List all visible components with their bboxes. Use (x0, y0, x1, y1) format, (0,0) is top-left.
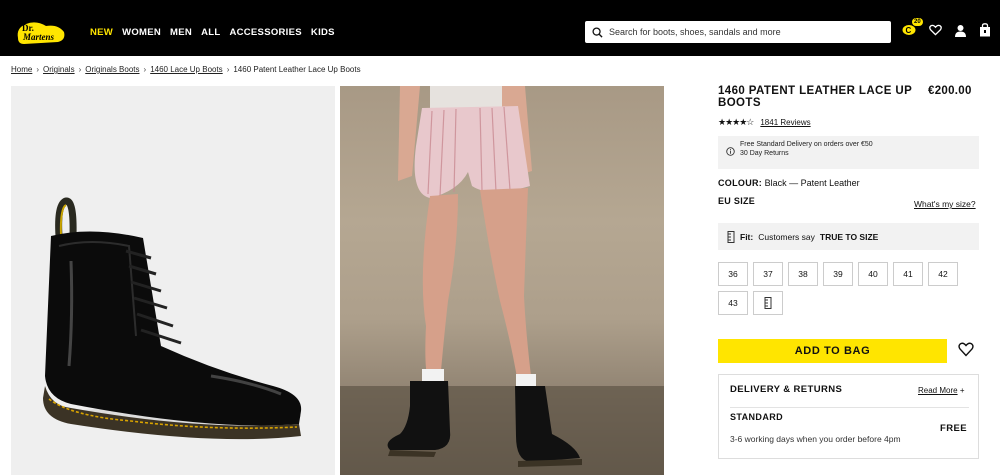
ruler-icon (764, 297, 772, 309)
ruler-icon (727, 230, 735, 243)
nav-women[interactable]: WOMEN (122, 27, 161, 38)
nav-all[interactable]: ALL (201, 27, 220, 38)
size-option[interactable]: 42 (928, 262, 958, 286)
chevron-right-icon: › (226, 65, 230, 74)
product-image-boot[interactable] (11, 86, 335, 475)
size-selector: 36 37 38 39 40 41 42 43 (718, 262, 963, 315)
divider (730, 407, 969, 408)
reviews-link[interactable]: 1841 Reviews (760, 118, 810, 127)
bag-icon[interactable] (977, 22, 993, 38)
size-option[interactable]: 39 (823, 262, 853, 286)
star-rating: ★★★★☆ (718, 117, 754, 127)
standard-price: FREE (940, 423, 967, 434)
fit-text: Customers say (758, 231, 815, 242)
nav-new[interactable]: NEW (90, 27, 113, 38)
info-returns: 30 Day Returns (740, 149, 789, 157)
coin-icon[interactable]: C 20 (902, 18, 923, 38)
fit-banner: Fit: Customers say TRUE TO SIZE (718, 223, 979, 250)
standard-days: 3-6 working days when you order before 4… (730, 434, 901, 444)
size-option[interactable]: 38 (788, 262, 818, 286)
standard-label: STANDARD (730, 412, 784, 422)
size-option[interactable]: 37 (753, 262, 783, 286)
size-label: EU SIZE (718, 196, 756, 206)
size-option[interactable]: 43 (718, 291, 748, 315)
size-option[interactable]: 36 (718, 262, 748, 286)
dr-martens-logo[interactable]: Dr. Martens (14, 18, 68, 46)
chevron-right-icon: › (143, 65, 147, 74)
breadcrumb-originals-boots[interactable]: Originals Boots (85, 65, 139, 74)
main-nav: NEW WOMEN MEN ALL ACCESSORIES KIDS (90, 8, 335, 56)
breadcrumb-1460-lace-up[interactable]: 1460 Lace Up Boots (150, 65, 223, 74)
heart-icon[interactable] (927, 22, 943, 38)
info-free-delivery: Free Standard Delivery on orders over €5… (740, 141, 873, 148)
search-placeholder: Search for boots, shoes, sandals and mor… (609, 27, 781, 37)
nav-kids[interactable]: KIDS (311, 27, 335, 38)
colour-row: COLOUR: Black — Patent Leather (718, 178, 860, 188)
read-more-label[interactable]: Read More (918, 386, 958, 395)
colour-label: COLOUR: (718, 178, 763, 188)
delivery-returns-panel: DELIVERY & RETURNS Read More + STANDARD … (718, 374, 979, 459)
add-to-bag-button[interactable]: ADD TO BAG (718, 339, 947, 363)
size-option[interactable]: 41 (893, 262, 923, 286)
search-icon (592, 26, 603, 38)
fit-value: TRUE TO SIZE (819, 231, 879, 242)
header-icons: C 20 (902, 18, 993, 38)
rating: ★★★★☆ 1841 Reviews (718, 117, 811, 128)
size-guide-link[interactable]: What's my size? (914, 199, 976, 209)
plus-icon: + (959, 386, 965, 395)
chevron-right-icon: › (36, 65, 40, 74)
chevron-right-icon: › (78, 65, 82, 74)
breadcrumb: Home › Originals › Originals Boots › 146… (11, 65, 361, 74)
read-more-link[interactable]: Read More + (918, 386, 964, 395)
product-price: €200.00 (928, 85, 972, 97)
promo-bar (0, 0, 1000, 8)
fit-label: Fit: (740, 231, 754, 242)
colour-value: Black — Patent Leather (764, 178, 860, 188)
info-icon (726, 147, 735, 156)
svg-text:C: C (906, 26, 912, 35)
breadcrumb-current: 1460 Patent Leather Lace Up Boots (233, 65, 361, 74)
size-option[interactable]: 40 (858, 262, 888, 286)
breadcrumb-originals[interactable]: Originals (43, 65, 75, 74)
product-image-model[interactable] (340, 86, 664, 475)
search-input[interactable]: Search for boots, shoes, sandals and mor… (585, 21, 891, 43)
user-icon[interactable] (952, 22, 968, 38)
nav-men[interactable]: MEN (170, 27, 192, 38)
size-guide-button[interactable] (753, 291, 783, 315)
product-title: 1460 PATENT LEATHER LACE UP BOOTS (718, 85, 912, 109)
svg-text:Martens: Martens (22, 32, 55, 42)
nav-accessories[interactable]: ACCESSORIES (229, 27, 301, 38)
delivery-title: DELIVERY & RETURNS (730, 384, 843, 395)
site-header: Dr. Martens NEW WOMEN MEN ALL ACCESSORIE… (0, 8, 1000, 56)
promo-text (380, 0, 620, 2)
breadcrumb-home[interactable]: Home (11, 65, 32, 74)
wishlist-heart-icon[interactable] (958, 342, 974, 358)
delivery-info-banner: Free Standard Delivery on orders over €5… (718, 136, 979, 169)
points-badge: 20 (912, 18, 923, 26)
